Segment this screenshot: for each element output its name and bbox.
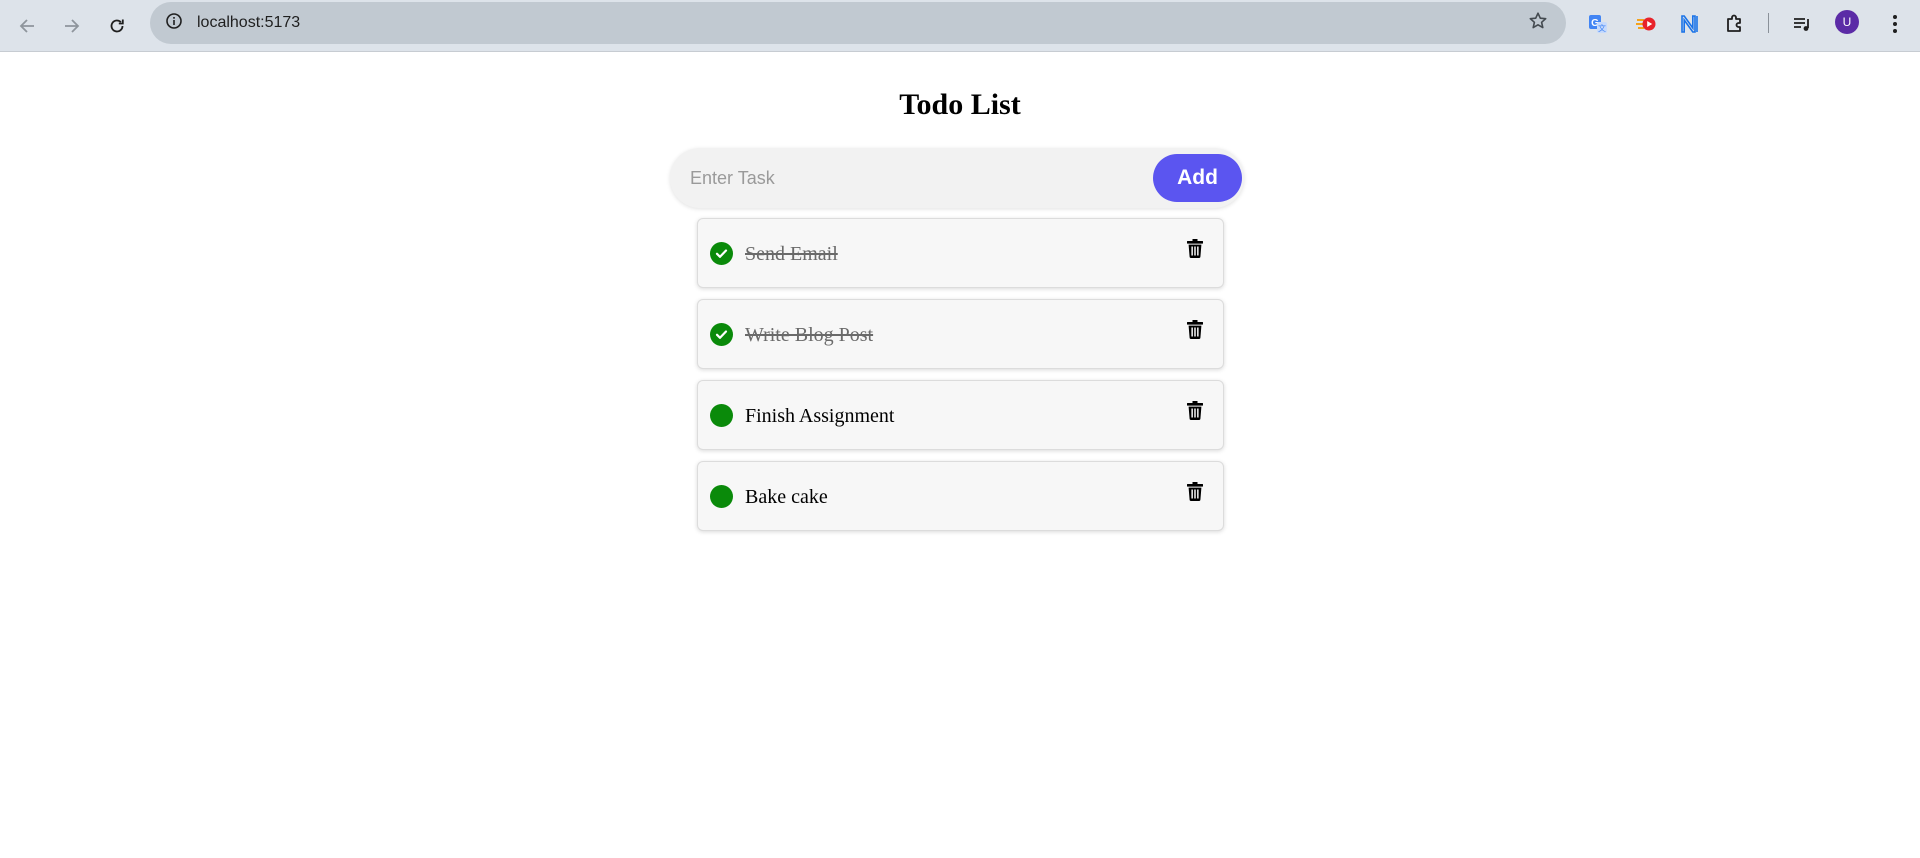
svg-text:文: 文 (1598, 23, 1606, 33)
url-text[interactable]: localhost:5173 (197, 13, 300, 33)
task-input[interactable] (690, 162, 1110, 194)
browser-menu-button[interactable] (1879, 10, 1911, 42)
translate-icon: G文 (1587, 13, 1609, 40)
todo-text: Write Blog Post (745, 324, 874, 346)
trash-icon (1187, 239, 1203, 263)
todo-list: Send Email Write Blog Post Finish Assign… (697, 218, 1224, 542)
checkmark-icon (715, 328, 728, 341)
add-task-form: Add (670, 148, 1244, 208)
info-icon (165, 12, 183, 35)
toolbar-divider (1768, 13, 1769, 33)
toggle-complete-button[interactable] (710, 242, 733, 265)
translate-extension-button[interactable]: G文 (1582, 10, 1614, 42)
bookmark-button[interactable] (1522, 7, 1554, 39)
extensions-button[interactable] (1719, 10, 1751, 42)
toggle-complete-button[interactable] (710, 323, 733, 346)
todo-item: Write Blog Post (697, 299, 1224, 369)
delete-button[interactable] (1184, 401, 1206, 425)
toggle-complete-button[interactable] (710, 485, 733, 508)
todo-text: Finish Assignment (745, 405, 895, 427)
arrow-right-icon (63, 17, 81, 35)
trash-icon (1187, 320, 1203, 344)
trash-icon (1187, 482, 1203, 506)
media-controls-button[interactable] (1786, 10, 1818, 42)
back-button[interactable] (9, 8, 45, 44)
todo-item: Bake cake (697, 461, 1224, 531)
video-extension-button[interactable] (1630, 10, 1662, 42)
add-button[interactable]: Add (1153, 154, 1242, 202)
todo-item: Finish Assignment (697, 380, 1224, 450)
delete-button[interactable] (1184, 320, 1206, 344)
delete-button[interactable] (1184, 482, 1206, 506)
toggle-complete-button[interactable] (710, 404, 733, 427)
puzzle-icon (1724, 13, 1746, 40)
page-title: Todo List (899, 88, 1021, 121)
playlist-music-icon (1791, 13, 1813, 40)
star-icon (1528, 11, 1548, 36)
delete-button[interactable] (1184, 239, 1206, 263)
trash-icon (1187, 401, 1203, 425)
profile-avatar[interactable]: U (1835, 10, 1859, 34)
n-logo-icon (1679, 13, 1701, 40)
todo-item: Send Email (697, 218, 1224, 288)
n-extension-button[interactable] (1674, 10, 1706, 42)
address-bar[interactable]: localhost:5173 (150, 2, 1566, 44)
todo-text: Send Email (745, 243, 838, 265)
forward-button[interactable] (54, 8, 90, 44)
more-vertical-icon (1892, 14, 1898, 39)
video-play-icon (1635, 13, 1657, 40)
reload-icon (108, 17, 126, 35)
checkmark-icon (715, 247, 728, 260)
arrow-left-icon (18, 17, 36, 35)
reload-button[interactable] (99, 8, 135, 44)
todo-text: Bake cake (745, 486, 828, 508)
browser-toolbar: localhost:5173 G文 U (0, 0, 1920, 52)
site-info-button[interactable] (158, 7, 190, 39)
